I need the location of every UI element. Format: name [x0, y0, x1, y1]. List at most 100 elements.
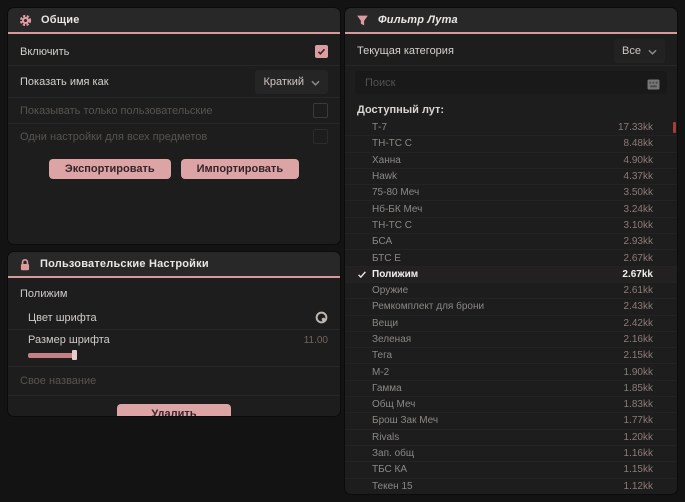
loot-row[interactable]: Полижим 2.67kk [345, 266, 677, 283]
chevron-down-icon [311, 73, 320, 91]
loot-item-value: 4.37kk [623, 171, 653, 183]
loot-item-value: 4.90kk [623, 154, 653, 166]
loot-row[interactable]: ТБС КА 1.15kk [345, 462, 677, 479]
loot-row[interactable]: Оружие 2.61kk [345, 283, 677, 300]
loot-item-name: Полижим [372, 268, 419, 280]
loot-row[interactable]: ТН-ТС С 3.10kk [345, 218, 677, 235]
custom-name-input[interactable] [8, 367, 340, 395]
lock-icon [19, 258, 31, 271]
loot-row[interactable]: Общ Меч 1.83kk [345, 397, 677, 414]
chevron-down-icon [648, 42, 657, 60]
loot-item-value: 2.16kk [623, 334, 653, 345]
loot-item-value: 2.67kk [622, 268, 653, 280]
loot-item-value: 2.15kk [623, 350, 653, 362]
only-custom-label: Показывать только пользовательские [20, 104, 213, 117]
gear-icon [19, 14, 32, 27]
loot-row[interactable]: Rivals 1.20kk [345, 430, 677, 446]
loot-row[interactable]: БТС Е 2.67kk [345, 250, 677, 267]
list-scrollbar-thumb[interactable] [673, 122, 676, 133]
loot-row[interactable]: Т-7 17.33kk [345, 120, 677, 137]
import-button[interactable]: Импортировать [180, 159, 300, 179]
same-settings-checkbox[interactable] [313, 129, 328, 144]
show-name-row: Показать имя как Краткий [8, 66, 340, 98]
panel-loot-filter: Фильтр Лута Текущая категория Все Доступ… [345, 8, 677, 494]
loot-row[interactable]: ТН-ТС С 8.48kk [345, 136, 677, 153]
loot-item-name: Ханна [372, 154, 401, 166]
loot-item-value: 2.43kk [623, 301, 653, 313]
panel-general-title: Общие [41, 14, 80, 26]
loot-row[interactable]: Брош Зак Меч 1.77kk [345, 413, 677, 430]
category-row: Текущая категория Все [345, 37, 677, 66]
loot-item-name: Общ Меч [372, 399, 416, 411]
category-label: Текущая категория [357, 45, 454, 57]
loot-row[interactable]: М-2 1.90kk [345, 364, 677, 381]
export-button[interactable]: Экспортировать [48, 159, 171, 179]
loot-item-value: 17.33kk [617, 122, 653, 134]
loot-item-value: 1.15kk [623, 464, 653, 476]
loot-row[interactable]: Текен 15 1.12kk [345, 479, 677, 494]
available-loot-label: Доступный лут: [357, 104, 445, 116]
loot-row[interactable]: Тега 2.15kk [345, 348, 677, 365]
loot-row[interactable]: Ханна 4.90kk [345, 153, 677, 169]
show-name-dropdown[interactable]: Краткий [255, 69, 328, 94]
loot-item-name: М-2 [372, 366, 390, 378]
show-name-value: Краткий [263, 75, 304, 88]
loot-item-value: 1.77kk [623, 415, 653, 427]
loot-item-name: Брош Зак Меч [372, 415, 439, 427]
loot-item-name: Hawk [372, 171, 398, 183]
loot-row[interactable]: Нб-БК Меч 3.24kk [345, 201, 677, 218]
loot-row[interactable]: Hawk 4.37kk [345, 169, 677, 186]
loot-item-value: 1.12kk [623, 480, 653, 492]
keyboard-icon[interactable] [647, 77, 660, 95]
loot-item-name: БТС Е [372, 252, 401, 264]
loot-item-value: 2.61kk [623, 285, 653, 297]
export-import-row: Экспортировать Импортировать [8, 159, 340, 179]
loot-item-value: 1.83kk [623, 399, 653, 411]
font-size-value: 11.00 [303, 334, 328, 346]
loot-item-name: Тега [372, 350, 393, 362]
font-color-row: Цвет шрифта [8, 306, 340, 330]
same-settings-row: Одни настройки для всех предметов [8, 124, 340, 149]
loot-item-name: 75-80 Меч [372, 187, 420, 199]
loot-row[interactable]: Вещи 2.42kk [345, 316, 677, 332]
only-custom-checkbox[interactable] [313, 103, 328, 118]
font-size-row: Размер шрифта 11.00 [8, 330, 340, 367]
loot-item-value: 3.24kk [623, 203, 653, 215]
enable-row: Включить [8, 38, 340, 66]
check-icon [357, 270, 369, 279]
loot-item-name: ТН-ТС С [372, 138, 412, 150]
only-custom-row: Показывать только пользовательские [8, 98, 340, 124]
app-window: Общие Включить Показать имя как Краткий … [0, 0, 685, 502]
loot-row[interactable]: Ремкомплект для брони 2.43kk [345, 299, 677, 316]
loot-item-name: Зеленая [372, 334, 412, 345]
loot-item-name: ТБС КА [372, 464, 408, 476]
loot-item-value: 8.48kk [623, 138, 653, 150]
loot-item-value: 2.42kk [623, 317, 653, 329]
panel-custom-settings-header: Пользовательские Настройки [8, 252, 340, 278]
loot-row[interactable]: 75-80 Меч 3.50kk [345, 185, 677, 202]
enable-label: Включить [20, 45, 70, 58]
loot-row[interactable]: БСА 2.93kk [345, 234, 677, 251]
loot-item-value: 2.67kk [623, 252, 653, 264]
loot-item-name: Гамма [372, 382, 402, 394]
selected-item-name: Полижим [20, 288, 68, 300]
loot-row[interactable]: Зеленая 2.16kk [345, 332, 677, 349]
loot-row[interactable]: Гамма 1.85kk [345, 381, 677, 398]
loot-item-name: Нб-БК Меч [372, 203, 423, 215]
category-value: Все [622, 45, 641, 57]
loot-item-name: Rivals [372, 431, 400, 443]
panel-custom-settings-title: Пользовательские Настройки [40, 258, 209, 270]
slider-fill [28, 353, 74, 358]
palette-icon[interactable] [315, 311, 328, 324]
loot-item-value: 3.50kk [623, 187, 653, 199]
delete-button[interactable]: Удалить [117, 404, 231, 416]
loot-item-value: 2.93kk [623, 236, 653, 248]
loot-item-value: 3.10kk [623, 219, 653, 231]
enable-checkbox[interactable] [315, 45, 328, 58]
slider-handle[interactable] [72, 350, 77, 360]
font-size-slider[interactable] [28, 350, 84, 360]
loot-row[interactable]: Зап. общ 1.16kk [345, 446, 677, 463]
search-input[interactable] [355, 76, 667, 89]
same-settings-label: Одни настройки для всех предметов [20, 130, 208, 143]
category-dropdown[interactable]: Все [614, 39, 665, 63]
